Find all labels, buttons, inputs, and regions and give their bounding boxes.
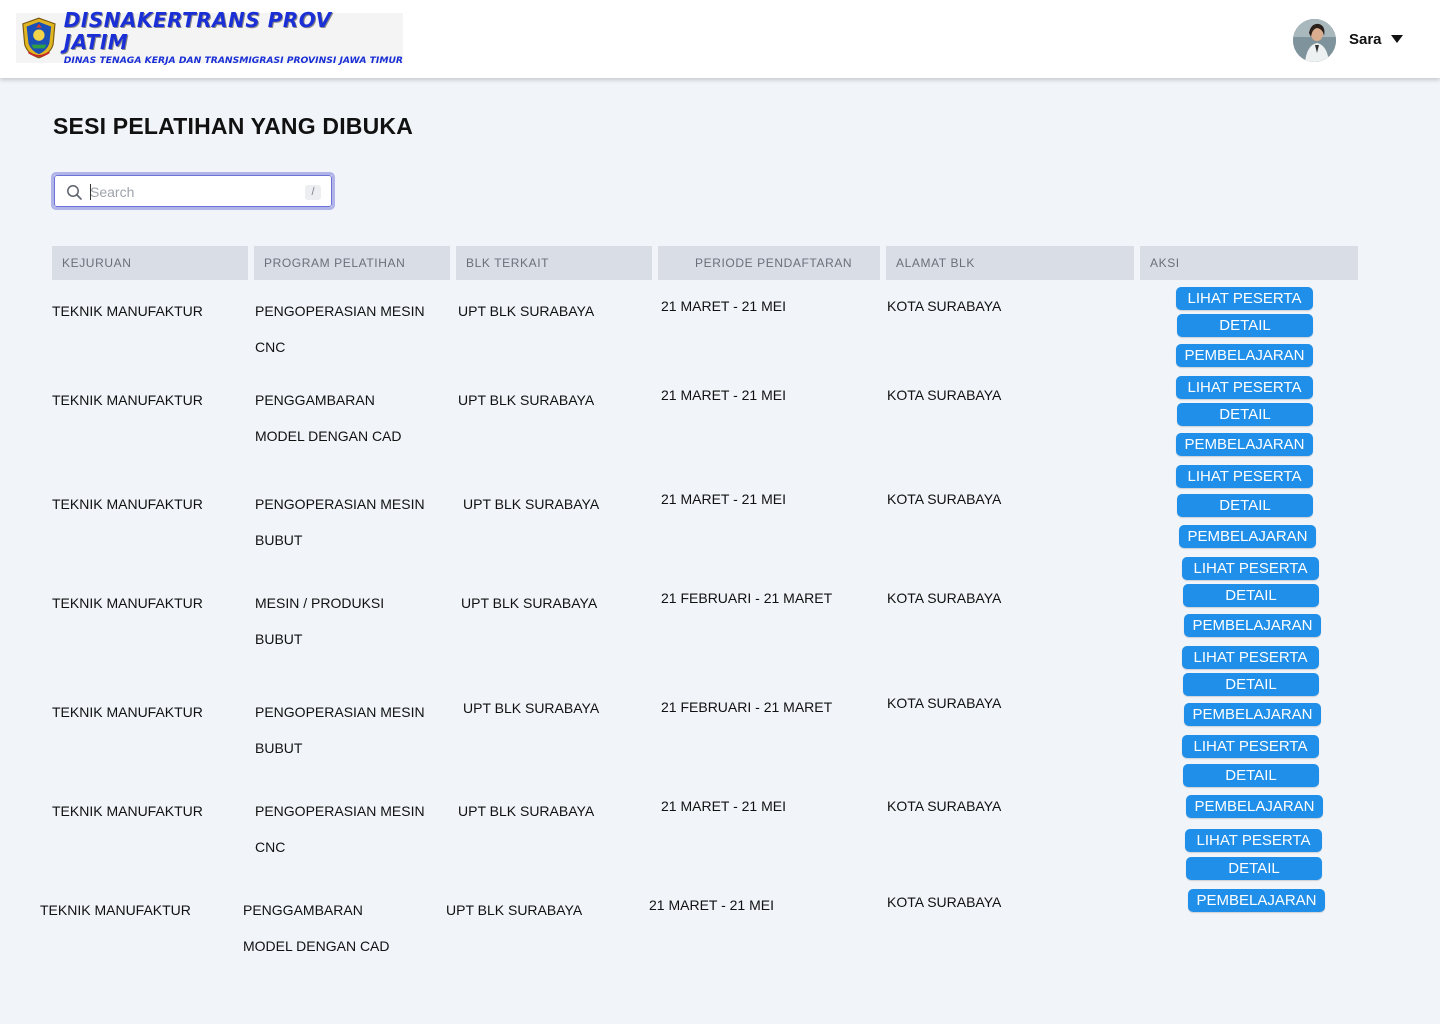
cell-program-line1: MESIN / PRODUKSI bbox=[255, 595, 385, 611]
logo-subtitle: DINAS TENAGA KERJA DAN TRANSMIGRASI PROV… bbox=[63, 55, 403, 66]
cell-program-line2: BUBUT bbox=[255, 740, 303, 756]
pembelajaran-button[interactable]: PEMBELAJARAN bbox=[1179, 525, 1316, 548]
detail-button[interactable]: DETAIL bbox=[1186, 857, 1322, 880]
cell-program-line2: MODEL DENGAN CAD bbox=[255, 428, 402, 444]
avatar[interactable] bbox=[1293, 19, 1336, 62]
detail-button[interactable]: DETAIL bbox=[1183, 673, 1319, 696]
lihat-peserta-button[interactable]: LIHAT PESERTA bbox=[1176, 465, 1313, 488]
search-shortcut-badge: / bbox=[305, 185, 321, 200]
pembelajaran-button[interactable]: PEMBELAJARAN bbox=[1186, 795, 1323, 818]
logo[interactable]: DISNAKERTRANS PROV JATIM DINAS TENAGA KE… bbox=[16, 9, 403, 66]
cell-periode: 21 MARET - 21 MEI bbox=[649, 897, 775, 913]
jatim-emblem-icon bbox=[22, 17, 56, 59]
lihat-peserta-button[interactable]: LIHAT PESERTA bbox=[1182, 646, 1319, 669]
cell-periode: 21 FEBRUARI - 21 MARET bbox=[661, 699, 833, 715]
cell-alamat: KOTA SURABAYA bbox=[887, 387, 1002, 403]
cell-blk: UPT BLK SURABAYA bbox=[458, 803, 595, 819]
cell-kejuruan: TEKNIK MANUFAKTUR bbox=[52, 392, 203, 408]
cell-program-line1: PENGGAMBARAN bbox=[243, 902, 363, 918]
pembelajaran-button[interactable]: PEMBELAJARAN bbox=[1184, 614, 1321, 637]
cell-blk: UPT BLK SURABAYA bbox=[446, 902, 583, 918]
cell-alamat: KOTA SURABAYA bbox=[887, 590, 1002, 606]
cell-periode: 21 MARET - 21 MEI bbox=[661, 491, 787, 507]
cell-periode: 21 MARET - 21 MEI bbox=[661, 798, 787, 814]
pembelajaran-button[interactable]: PEMBELAJARAN bbox=[1176, 433, 1313, 456]
lihat-peserta-button[interactable]: LIHAT PESERTA bbox=[1176, 376, 1313, 399]
logo-title: DISNAKERTRANS PROV JATIM bbox=[63, 8, 332, 54]
detail-button[interactable]: DETAIL bbox=[1183, 764, 1319, 787]
chevron-down-icon[interactable] bbox=[1391, 35, 1403, 43]
cell-kejuruan: TEKNIK MANUFAKTUR bbox=[40, 902, 191, 918]
cell-kejuruan: TEKNIK MANUFAKTUR bbox=[52, 595, 203, 611]
top-header: DISNAKERTRANS PROV JATIM DINAS TENAGA KE… bbox=[0, 0, 1440, 78]
cell-kejuruan: TEKNIK MANUFAKTUR bbox=[52, 496, 203, 512]
column-header-blk: BLK TERKAIT bbox=[456, 246, 652, 280]
cell-program-line2: BUBUT bbox=[255, 532, 303, 548]
column-header-program: PROGRAM PELATIHAN bbox=[254, 246, 450, 280]
lihat-peserta-button[interactable]: LIHAT PESERTA bbox=[1185, 829, 1322, 852]
cell-blk: UPT BLK SURABAYA bbox=[458, 303, 595, 319]
detail-button[interactable]: DETAIL bbox=[1177, 403, 1313, 426]
pembelajaran-button[interactable]: PEMBELAJARAN bbox=[1176, 344, 1313, 367]
user-name[interactable]: Sara bbox=[1349, 31, 1382, 48]
cell-blk: UPT BLK SURABAYA bbox=[458, 392, 595, 408]
cell-program-line1: PENGOPERASIAN MESIN bbox=[255, 704, 425, 720]
column-header-aksi: AKSI bbox=[1140, 246, 1358, 280]
cell-periode: 21 MARET - 21 MEI bbox=[661, 387, 787, 403]
cell-alamat: KOTA SURABAYA bbox=[887, 894, 1002, 910]
page-title: SESI PELATIHAN YANG DIBUKA bbox=[53, 113, 414, 139]
detail-button[interactable]: DETAIL bbox=[1177, 314, 1313, 337]
detail-button[interactable]: DETAIL bbox=[1177, 494, 1313, 517]
column-header-alamat: ALAMAT BLK bbox=[886, 246, 1134, 280]
text-cursor bbox=[90, 184, 91, 200]
cell-program-line2: BUBUT bbox=[255, 631, 303, 647]
cell-program-line2: CNC bbox=[255, 839, 286, 855]
cell-periode: 21 FEBRUARI - 21 MARET bbox=[661, 590, 833, 606]
cell-blk: UPT BLK SURABAYA bbox=[463, 496, 600, 512]
cell-program-line1: PENGOPERASIAN MESIN bbox=[255, 303, 425, 319]
column-header-kejuruan: KEJURUAN bbox=[52, 246, 248, 280]
user-photo-icon bbox=[1293, 19, 1336, 62]
cell-program-line1: PENGGAMBARAN bbox=[255, 392, 375, 408]
pembelajaran-button[interactable]: PEMBELAJARAN bbox=[1188, 889, 1325, 912]
lihat-peserta-button[interactable]: LIHAT PESERTA bbox=[1182, 735, 1319, 758]
pembelajaran-button[interactable]: PEMBELAJARAN bbox=[1184, 703, 1321, 726]
cell-kejuruan: TEKNIK MANUFAKTUR bbox=[52, 704, 203, 720]
lihat-peserta-button[interactable]: LIHAT PESERTA bbox=[1182, 557, 1319, 580]
detail-button[interactable]: DETAIL bbox=[1183, 584, 1319, 607]
search-input[interactable] bbox=[90, 181, 290, 203]
lihat-peserta-button[interactable]: LIHAT PESERTA bbox=[1176, 287, 1313, 310]
cell-blk: UPT BLK SURABAYA bbox=[463, 700, 600, 716]
cell-kejuruan: TEKNIK MANUFAKTUR bbox=[52, 303, 203, 319]
cell-alamat: KOTA SURABAYA bbox=[887, 798, 1002, 814]
cell-program-line2: MODEL DENGAN CAD bbox=[243, 938, 390, 954]
cell-kejuruan: TEKNIK MANUFAKTUR bbox=[52, 803, 203, 819]
cell-periode: 21 MARET - 21 MEI bbox=[661, 298, 787, 314]
cell-alamat: KOTA SURABAYA bbox=[887, 491, 1002, 507]
cell-alamat: KOTA SURABAYA bbox=[887, 695, 1002, 711]
column-header-periode: PERIODE PENDAFTARAN bbox=[658, 246, 880, 280]
cell-program-line1: PENGOPERASIAN MESIN bbox=[255, 803, 425, 819]
search-box[interactable]: / bbox=[51, 172, 335, 210]
cell-alamat: KOTA SURABAYA bbox=[887, 298, 1002, 314]
cell-program-line2: CNC bbox=[255, 339, 286, 355]
search-icon bbox=[67, 185, 82, 200]
cell-blk: UPT BLK SURABAYA bbox=[461, 595, 598, 611]
cell-program-line1: PENGOPERASIAN MESIN bbox=[255, 496, 425, 512]
